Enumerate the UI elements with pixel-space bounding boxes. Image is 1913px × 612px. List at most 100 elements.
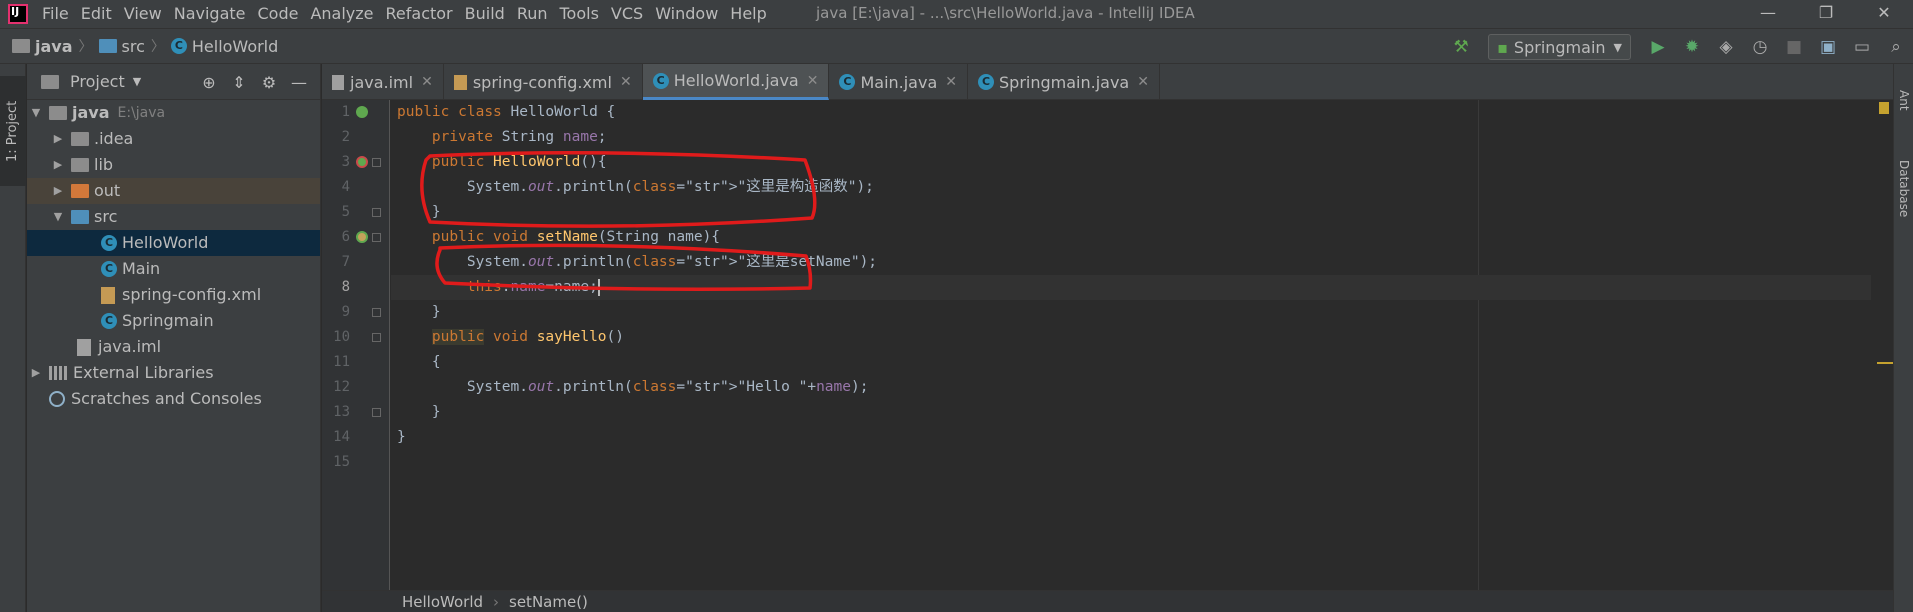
tree-item-springmain[interactable]: C Springmain <box>27 308 320 334</box>
menu-help[interactable]: Help <box>724 0 772 28</box>
warning-stripe[interactable] <box>1877 362 1893 364</box>
code-text: } <box>397 429 406 445</box>
tab-java-iml[interactable]: java.iml ✕ <box>322 64 444 100</box>
close-button[interactable]: ✕ <box>1855 0 1913 28</box>
code-text: public HelloWorld(){ <box>431 154 607 170</box>
code-line-7: System.out.println(class="str">"这里是setNa… <box>391 250 1871 275</box>
gear-icon[interactable]: ⚙ <box>254 73 284 92</box>
tree-item-external-libraries[interactable]: ▶ External Libraries <box>27 360 320 386</box>
locate-crosshair-icon[interactable]: ⊕ <box>194 73 224 92</box>
source-folder-icon <box>71 210 89 224</box>
database-tool-tab[interactable]: Database <box>1894 144 1913 234</box>
expand-arrow-icon[interactable]: ▶ <box>51 126 65 152</box>
class-icon: C <box>652 72 669 89</box>
fold-icon[interactable] <box>372 408 381 417</box>
menu-run[interactable]: Run <box>511 0 554 28</box>
tab-springmain[interactable]: C Springmain.java ✕ <box>968 64 1160 100</box>
tree-item-src[interactable]: ▼ src <box>27 204 320 230</box>
tab-spring-config[interactable]: spring-config.xml ✕ <box>444 64 643 100</box>
collapse-arrow-icon[interactable]: ▼ <box>51 204 65 230</box>
profile-icon[interactable]: ◷ <box>1746 33 1774 61</box>
class-icon: C <box>978 74 994 90</box>
tree-item-idea[interactable]: ▶ .idea <box>27 126 320 152</box>
folder-icon <box>71 158 89 172</box>
menu-build[interactable]: Build <box>459 0 511 28</box>
close-tab-icon[interactable]: ✕ <box>421 74 433 90</box>
project-structure-icon[interactable]: ▣ <box>1814 33 1842 61</box>
breadcrumb-src[interactable]: src <box>98 28 145 64</box>
menu-code[interactable]: Code <box>252 0 305 28</box>
collapse-all-icon[interactable]: ⇕ <box>224 73 254 92</box>
line-number: 1 <box>341 104 350 120</box>
tree-item-main[interactable]: C Main <box>27 256 320 282</box>
xml-file-icon <box>453 74 467 90</box>
intellij-logo-icon <box>8 4 28 24</box>
close-tab-icon[interactable]: ✕ <box>945 74 957 90</box>
fold-icon[interactable] <box>372 208 381 217</box>
tab-helloworld[interactable]: C HelloWorld.java ✕ <box>642 64 830 100</box>
expand-arrow-icon[interactable]: ▶ <box>51 152 65 178</box>
fold-icon[interactable] <box>372 333 381 342</box>
line-number: 10 <box>333 329 350 345</box>
code-breadcrumb-class[interactable]: HelloWorld <box>402 593 483 611</box>
code-breadcrumb-method[interactable]: setName() <box>509 593 588 611</box>
menu-refactor[interactable]: Refactor <box>380 0 459 28</box>
build-hammer-icon[interactable]: ⚒ <box>1447 33 1475 61</box>
menu-vcs[interactable]: VCS <box>605 0 649 28</box>
tree-item-scratches[interactable]: Scratches and Consoles <box>27 386 320 412</box>
search-everywhere-icon[interactable]: ⌕ <box>1882 33 1910 61</box>
run-icon[interactable]: ▶ <box>1644 33 1672 61</box>
expand-arrow-icon[interactable]: ▶ <box>51 178 65 204</box>
editor-gutter[interactable]: 1 2 3 4 5 6 7 8 9 10 11 12 13 14 15 <box>322 100 390 598</box>
source-folder-icon <box>98 39 117 53</box>
close-tab-icon[interactable]: ✕ <box>620 74 632 90</box>
close-tab-icon[interactable]: ✕ <box>1137 74 1149 90</box>
code-text: { <box>397 354 441 370</box>
project-view-selector[interactable]: Project <box>70 72 125 91</box>
debug-bug-icon[interactable]: ✹ <box>1678 33 1706 61</box>
code-text: public class HelloWorld { <box>397 104 616 120</box>
expand-arrow-icon[interactable]: ▶ <box>29 360 43 386</box>
project-tool-tab[interactable]: 1: Project <box>0 76 26 186</box>
menu-edit[interactable]: Edit <box>75 0 118 28</box>
minimize-button[interactable]: — <box>1739 0 1797 28</box>
fold-icon[interactable] <box>372 233 381 242</box>
menu-tools[interactable]: Tools <box>554 0 605 28</box>
menu-analyze[interactable]: Analyze <box>304 0 379 28</box>
editor-scrollbar[interactable] <box>1877 100 1893 598</box>
code-area[interactable]: public class HelloWorld { private String… <box>391 100 1871 598</box>
ant-tool-tab[interactable]: Ant <box>1894 70 1913 130</box>
spring-bean-icon[interactable] <box>356 106 368 118</box>
stop-icon[interactable]: ■ <box>1780 33 1808 61</box>
menu-navigate[interactable]: Navigate <box>168 0 252 28</box>
run-configuration-select[interactable]: ▪ Springmain ▼ <box>1488 34 1631 60</box>
menu-view[interactable]: View <box>118 0 168 28</box>
spring-property-icon[interactable] <box>356 231 368 243</box>
breadcrumb-java[interactable]: java <box>12 28 73 64</box>
tree-item-helloworld[interactable]: C HelloWorld <box>27 230 320 256</box>
warning-marker-icon[interactable] <box>1879 102 1889 114</box>
tree-item-java-iml[interactable]: java.iml <box>27 334 320 360</box>
fold-icon[interactable] <box>372 158 381 167</box>
close-tab-icon[interactable]: ✕ <box>807 73 819 89</box>
code-line-6: public void setName(String name){ <box>391 225 1871 250</box>
menu-file[interactable]: File <box>36 0 75 28</box>
line-number: 2 <box>341 129 350 145</box>
expand-arrow-icon[interactable]: ▼ <box>29 100 43 126</box>
coverage-icon[interactable]: ◈ <box>1712 33 1740 61</box>
breadcrumb-helloworld[interactable]: C HelloWorld <box>170 28 278 64</box>
spring-constructor-icon[interactable] <box>356 156 368 168</box>
tree-item-java[interactable]: ▼ java E:\java <box>27 100 320 126</box>
code-text: } <box>397 404 441 420</box>
hide-panel-icon[interactable]: — <box>284 73 314 92</box>
tree-item-out[interactable]: ▶ out <box>27 178 320 204</box>
tree-item-spring-config[interactable]: spring-config.xml <box>27 282 320 308</box>
tab-main[interactable]: C Main.java ✕ <box>829 64 968 100</box>
fold-icon[interactable] <box>372 308 381 317</box>
line-number: 7 <box>341 254 350 270</box>
restore-button[interactable]: ❐ <box>1797 0 1855 28</box>
tree-item-lib[interactable]: ▶ lib <box>27 152 320 178</box>
code-text: public void sayHello() <box>431 329 625 345</box>
terminal-icon[interactable]: ▭ <box>1848 33 1876 61</box>
menu-window[interactable]: Window <box>649 0 724 28</box>
